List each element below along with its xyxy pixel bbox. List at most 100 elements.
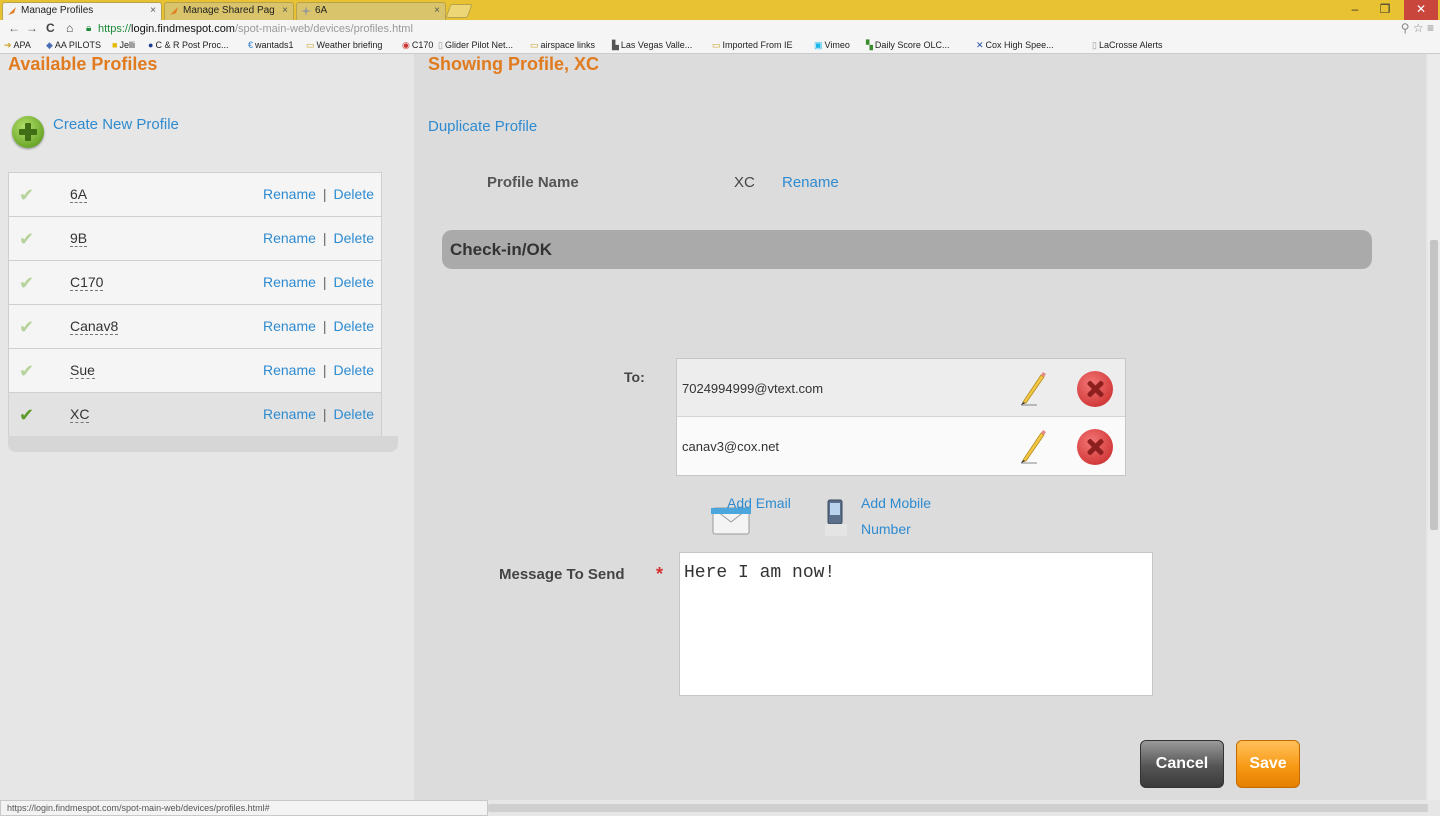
message-to-send-label: Message To Send: [499, 566, 625, 583]
url-scheme: https://: [98, 23, 132, 35]
delete-link[interactable]: Delete: [334, 186, 374, 202]
tab-close-icon[interactable]: ×: [150, 3, 156, 19]
tab-close-icon[interactable]: ×: [282, 3, 288, 19]
scroll-thumb[interactable]: [1430, 240, 1438, 530]
section-title: Check-in/OK: [450, 240, 553, 259]
add-email-link[interactable]: Add Email: [727, 495, 791, 511]
rename-link[interactable]: Rename: [263, 406, 316, 422]
bookmark-item[interactable]: ✕ Cox High Spee...: [976, 40, 1054, 51]
aircraft-favicon-icon: [301, 6, 311, 16]
rename-link[interactable]: Rename: [263, 230, 316, 246]
url-path: /spot-main-web/devices/profiles.html: [234, 23, 413, 35]
delete-link[interactable]: Delete: [334, 274, 374, 290]
delete-link[interactable]: Delete: [334, 406, 374, 422]
bookmark-item[interactable]: ● C & R Post Proc...: [148, 40, 228, 50]
recipient-row: 7024994999@vtext.com: [677, 359, 1125, 417]
rename-link[interactable]: Rename: [263, 274, 316, 290]
profile-name[interactable]: 9B: [70, 230, 88, 247]
profile-name-label: Profile Name: [487, 174, 579, 191]
profile-name[interactable]: C170: [70, 274, 104, 291]
profile-list-footer: [8, 436, 398, 452]
bookmark-item[interactable]: ■ Jelli: [112, 40, 135, 50]
rename-profile-link[interactable]: Rename: [782, 174, 839, 191]
bookmark-item[interactable]: ▯ Glider Pilot Net...: [438, 40, 513, 51]
duplicate-profile-link[interactable]: Duplicate Profile: [428, 118, 537, 135]
bookmark-item[interactable]: € wantads1: [248, 40, 294, 50]
bookmark-item[interactable]: ➔ APA: [4, 40, 31, 51]
reload-icon[interactable]: C: [46, 21, 55, 35]
restore-icon[interactable]: ❐: [1370, 0, 1400, 20]
bookmark-item[interactable]: ▯ LaCrosse Alerts: [1092, 40, 1162, 51]
new-tab-button[interactable]: [445, 4, 473, 18]
action-separator: |: [322, 406, 327, 422]
browser-tab-manage-profiles[interactable]: Manage Profiles ×: [2, 2, 162, 20]
action-separator: |: [322, 274, 327, 290]
profile-name[interactable]: 6A: [70, 186, 88, 203]
bookmark-item[interactable]: ▭ Imported From IE: [712, 40, 793, 51]
mobile-phone-icon[interactable]: [825, 498, 847, 538]
spot-favicon-icon: [8, 7, 16, 15]
delete-recipient-icon[interactable]: [1077, 371, 1113, 407]
profile-row-canav8[interactable]: ✔ Canav8 Rename | Delete: [8, 305, 382, 349]
profile-row-sue[interactable]: ✔ Sue Rename | Delete: [8, 349, 382, 393]
recipient-row: canav3@cox.net: [677, 417, 1125, 475]
delete-link[interactable]: Delete: [334, 230, 374, 246]
save-button[interactable]: Save: [1236, 740, 1300, 788]
pencil-icon[interactable]: [1017, 428, 1049, 464]
browser-tab-6a[interactable]: 6A ×: [296, 2, 446, 20]
profile-row-c170[interactable]: ✔ C170 Rename | Delete: [8, 261, 382, 305]
rename-link[interactable]: Rename: [263, 362, 316, 378]
check-icon: ✔: [19, 317, 35, 337]
delete-link[interactable]: Delete: [334, 318, 374, 334]
bookmark-item[interactable]: ▭ airspace links: [530, 40, 595, 51]
vertical-scrollbar[interactable]: [1428, 54, 1440, 800]
delete-link[interactable]: Delete: [334, 362, 374, 378]
menu-icon[interactable]: ≡: [1427, 21, 1434, 35]
create-new-profile-link[interactable]: Create New Profile: [53, 116, 179, 133]
bookmark-item[interactable]: ◆ AA PILOTS: [46, 40, 101, 51]
add-mobile-number-link[interactable]: Add Mobile: [861, 495, 931, 511]
check-in-ok-section-header[interactable]: Check-in/OK: [442, 230, 1372, 269]
cancel-button[interactable]: Cancel: [1140, 740, 1224, 788]
bookmark-item[interactable]: ▭ Weather briefing: [306, 40, 382, 51]
cox-icon: ✕: [976, 40, 984, 50]
lock-icon: 🔒︎: [86, 23, 92, 34]
zoom-icon[interactable]: ⚲: [1401, 21, 1410, 35]
message-textarea[interactable]: Here I am now!: [679, 552, 1153, 696]
tab-close-icon[interactable]: ×: [434, 3, 440, 19]
close-window-icon[interactable]: ✕: [1404, 0, 1438, 20]
profile-name[interactable]: Canav8: [70, 318, 119, 335]
bookmark-item[interactable]: ▣ Vimeo: [814, 40, 850, 51]
home-icon[interactable]: ⌂: [66, 21, 73, 35]
back-arrow-icon[interactable]: ←: [8, 21, 20, 35]
bookmark-item[interactable]: ▙ Las Vegas Valle...: [612, 40, 692, 51]
bookmark-item[interactable]: ▚ Daily Score OLC...: [866, 40, 949, 51]
bookmark-item[interactable]: ◉ C170: [402, 40, 433, 51]
horizontal-scrollbar[interactable]: [488, 804, 1428, 812]
forward-arrow-icon[interactable]: →: [26, 21, 38, 35]
profile-name[interactable]: Sue: [70, 362, 95, 379]
page-icon: ▯: [1092, 40, 1097, 50]
add-mobile-number-link-line2[interactable]: Number: [861, 521, 911, 537]
rename-link[interactable]: Rename: [263, 186, 316, 202]
plus-circle-icon[interactable]: [12, 116, 44, 148]
required-asterisk: *: [656, 564, 664, 584]
minimize-icon[interactable]: –: [1342, 0, 1368, 20]
bookmark-label: AA PILOTS: [54, 40, 101, 50]
rename-link[interactable]: Rename: [263, 318, 316, 334]
page-title: Showing Profile, XC: [428, 54, 600, 74]
bookmark-star-icon[interactable]: ☆: [1413, 21, 1424, 35]
bookmark-label: Jelli: [119, 40, 135, 50]
bookmark-label: Cox High Spee...: [985, 40, 1054, 50]
status-url: https://login.findmespot.com/spot-main-w…: [0, 800, 488, 816]
browser-tab-manage-shared-page[interactable]: Manage Shared Pag ×: [164, 2, 294, 20]
profile-row-xc[interactable]: ✔ XC Rename | Delete: [8, 393, 382, 437]
profile-name[interactable]: XC: [70, 406, 90, 423]
pencil-icon[interactable]: [1017, 370, 1049, 406]
profile-list: ✔ 6A Rename | Delete ✔ 9B Rename | Delete ✔ …: [8, 172, 382, 437]
url-field[interactable]: https://login.findmespot.com/spot-main-w…: [98, 22, 413, 36]
delete-recipient-icon[interactable]: [1077, 429, 1113, 465]
profile-row-9b[interactable]: ✔ 9B Rename | Delete: [8, 217, 382, 261]
profile-row-6a[interactable]: ✔ 6A Rename | Delete: [8, 173, 382, 217]
check-icon: ✔: [19, 229, 35, 249]
